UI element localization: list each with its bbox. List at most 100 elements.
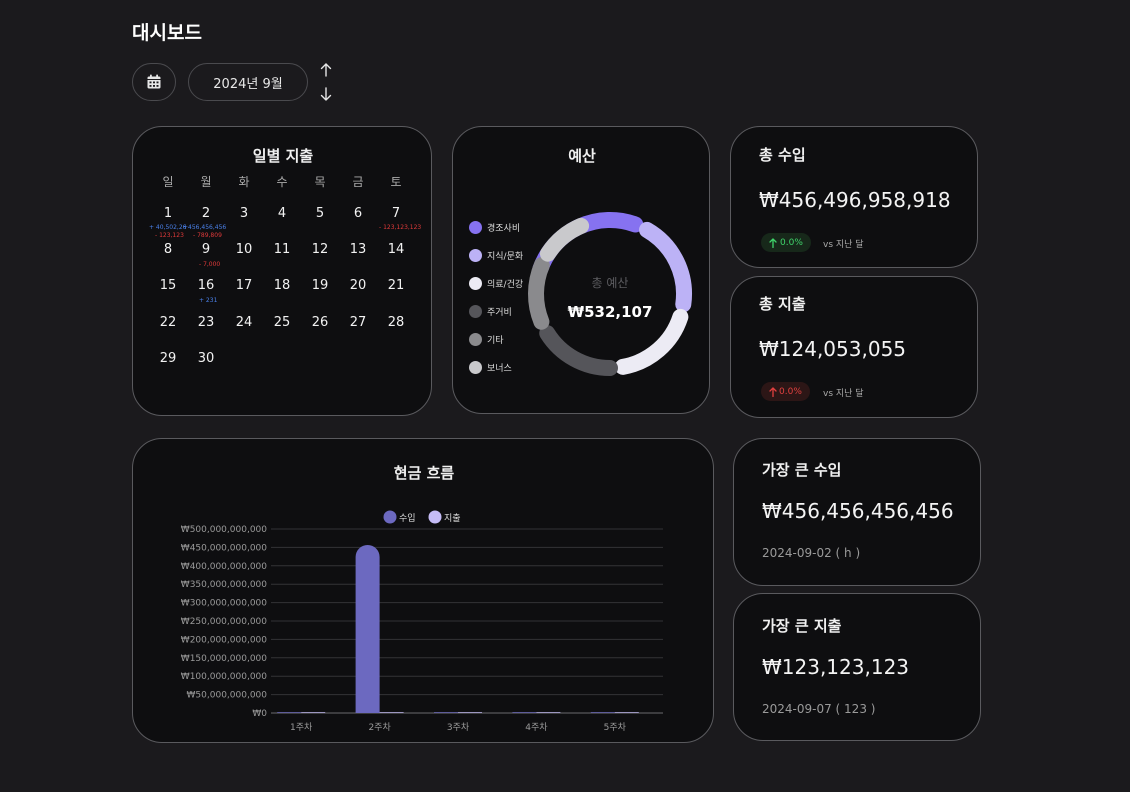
calendar-day[interactable]: 2 [191,206,221,221]
weekday-header: 월 [200,175,212,189]
tx-expense-day1: - 123,123 [155,232,184,239]
calendar-day[interactable]: 12 [305,242,335,257]
calendar-day[interactable]: 18 [267,278,297,293]
x-tick-label: 3주차 [447,721,470,733]
y-tick-label: ₩0 [252,709,267,719]
calendar-button[interactable] [132,63,176,101]
expense-bar[interactable] [301,712,326,713]
calendar-day[interactable]: 15 [153,278,183,293]
expense-bar[interactable] [458,712,482,713]
budget-legend-item[interactable]: 주거비 [469,305,512,318]
calendar-day[interactable]: 6 [343,206,373,221]
legend-label: 지식/문화 [487,252,524,262]
donut-segment [539,325,618,376]
next-month-button[interactable] [316,84,336,104]
calendar-day[interactable]: 11 [267,242,297,257]
calendar-day[interactable]: 4 [267,206,297,221]
calendar-day[interactable]: 21 [381,278,411,293]
income-bar[interactable] [355,545,380,713]
y-tick-label: ₩300,000,000,000 [181,599,267,609]
income-change-badge: 0.0% [761,233,811,252]
income-bar[interactable] [512,712,537,713]
max-income-title: 가장 큰 수입 [762,461,842,479]
x-tick-label: 4주차 [525,721,548,733]
donut-segment [639,221,692,313]
expense-bar[interactable] [536,712,561,713]
calendar-day[interactable]: 23 [191,315,221,330]
calendar-day[interactable]: 20 [343,278,373,293]
y-tick-label: ₩450,000,000,000 [181,543,267,553]
weekday-header: 목 [314,175,326,189]
calendar-day[interactable]: 10 [229,242,259,257]
calendar-day[interactable]: 25 [267,315,297,330]
weekday-header: 금 [352,175,364,189]
cashflow-card: 현금 흐름 수입 지출 ₩0 ₩50,000,000,000 ₩100,000,000,… [132,438,714,743]
total-expense-card: 총 지출 ₩124,053,055 0.0% vs 지난 달 [730,276,978,418]
legend-label: 의료/건강 [487,280,524,290]
y-tick-label: ₩250,000,000,000 [181,617,267,627]
max-income-card: 가장 큰 수입 ₩456,456,456,456 2024-09-02 ( h … [733,438,981,586]
x-tick-label: 2주차 [368,721,391,733]
calendar-day[interactable]: 9 [191,242,221,257]
legend-label: 기타 [487,336,504,346]
calendar-day[interactable]: 3 [229,206,259,221]
expense-change-badge: 0.0% [761,382,810,401]
calendar-day[interactable]: 30 [191,351,221,366]
income-bar[interactable] [277,712,302,713]
y-tick-label: ₩150,000,000,000 [181,654,267,664]
calendar-title: 일별 지출 [252,147,314,165]
prev-month-button[interactable] [316,60,336,80]
y-tick-label: ₩200,000,000,000 [181,635,267,645]
max-expense-card: 가장 큰 지출 ₩123,123,123 2024-09-07 ( 123 ) [733,593,981,741]
month-label: 2024년 9월 [213,76,283,92]
weekday-header: 화 [238,175,250,189]
x-tick-label: 5주차 [604,721,627,733]
max-expense-value: ₩123,123,123 [762,655,910,679]
month-display[interactable]: 2024년 9월 [188,63,308,101]
legend-label: 주거비 [487,308,512,318]
calendar-day[interactable]: 29 [153,351,183,366]
tx-income-day16: + 231 [199,297,218,304]
x-tick-label: 1주차 [290,721,313,733]
tx-income-day1: + 40,502,26 [149,224,187,231]
income-change-text: 0.0% [780,237,803,248]
donut-segment [528,257,550,330]
budget-legend-item[interactable]: 보너스 [469,361,512,374]
budget-title: 예산 [568,147,596,165]
calendar-day[interactable]: 26 [305,315,335,330]
expense-bar[interactable] [379,712,404,713]
budget-center-value: ₩532,107 [568,303,653,321]
budget-legend-item[interactable]: 기타 [469,333,504,346]
y-tick-label: ₩350,000,000,000 [181,580,267,590]
total-expense-title: 총 지출 [759,295,806,313]
income-bar[interactable] [434,712,458,713]
legend-color-dot [469,361,482,374]
calendar-day[interactable]: 22 [153,315,183,330]
calendar-day[interactable]: 19 [305,278,335,293]
budget-legend-item[interactable]: 의료/건강 [469,277,523,290]
calendar-day[interactable]: 7 [381,206,411,221]
budget-legend-item[interactable]: 지식/문화 [469,249,523,262]
calendar-day[interactable]: 17 [229,278,259,293]
legend-color-dot [469,249,482,262]
y-tick-label: ₩500,000,000,000 [181,525,267,535]
calendar-day[interactable]: 1 [153,206,183,221]
calendar-day[interactable]: 28 [381,315,411,330]
tx-expense-day9: - 7,000 [199,261,221,268]
calendar-day[interactable]: 5 [305,206,335,221]
income-bar[interactable] [590,712,615,713]
budget-legend-item[interactable]: 경조사비 [469,221,520,234]
legend-color-dot [428,510,442,524]
arrow-up-icon [320,63,332,77]
calendar-day[interactable]: 13 [343,242,373,257]
total-income-title: 총 수입 [759,146,806,164]
expense-change-text: 0.0% [779,386,802,397]
calendar-day[interactable]: 16 [191,278,221,293]
calendar-day[interactable]: 27 [343,315,373,330]
calendar-day[interactable]: 14 [381,242,411,257]
arrow-up-icon [769,237,777,248]
expense-bar[interactable] [614,712,639,713]
calendar-day[interactable]: 8 [153,242,183,257]
calendar-day[interactable]: 24 [229,315,259,330]
y-tick-label: ₩400,000,000,000 [181,562,267,572]
